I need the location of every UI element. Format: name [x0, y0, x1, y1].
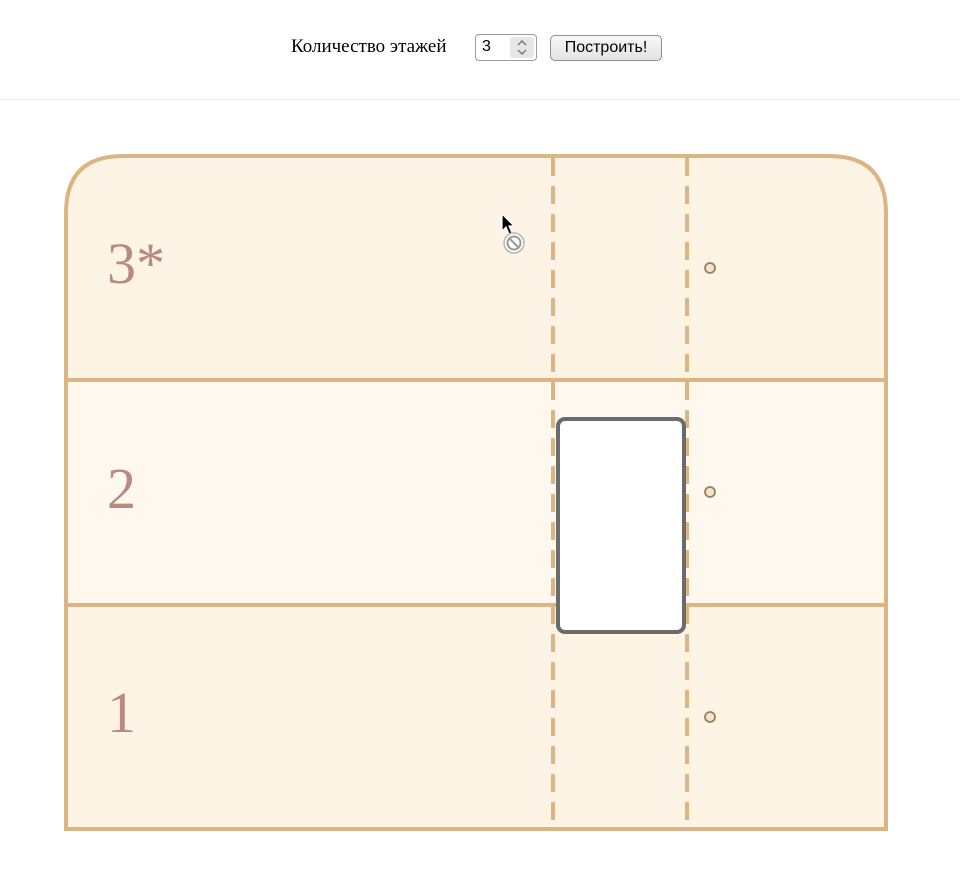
floors-count-input[interactable]: 3: [475, 34, 537, 61]
building: [64, 154, 888, 831]
spinner-arrows-icon: [517, 40, 527, 55]
floor-label-3: 3*: [107, 231, 165, 296]
floor-1: [66, 605, 886, 829]
floors-count-label: Количество этажей: [291, 36, 447, 57]
call-button-floor-2[interactable]: [704, 486, 716, 498]
floor-label-2: 2: [107, 456, 136, 521]
floor-3: [66, 156, 886, 380]
toolbar: Количество этажей 3 Построить!: [0, 0, 960, 100]
mouse-cursor: [500, 212, 532, 263]
build-button[interactable]: Построить!: [550, 35, 662, 61]
floor-2: [66, 380, 886, 605]
elevator-cabin: [556, 417, 686, 634]
number-spinner[interactable]: [510, 37, 534, 58]
not-allowed-cursor-icon: [501, 212, 525, 254]
call-button-floor-3[interactable]: [704, 262, 716, 274]
floor-label-1: 1: [107, 680, 136, 745]
floors-count-value: 3: [482, 38, 491, 55]
call-button-floor-1[interactable]: [704, 711, 716, 723]
building-outline: [64, 154, 888, 831]
